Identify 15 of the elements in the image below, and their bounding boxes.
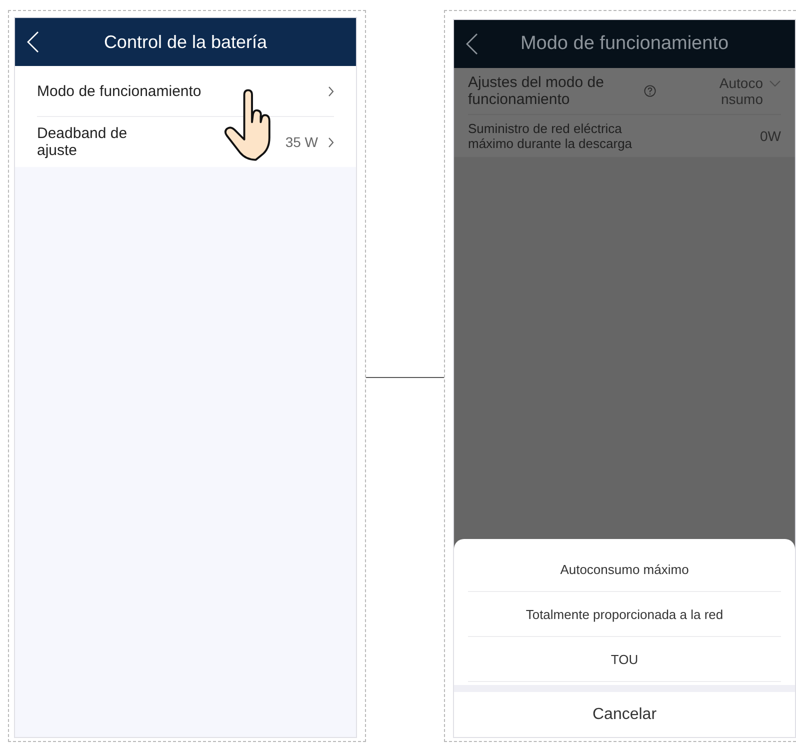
row-value: Autoconsumo: [718, 75, 763, 107]
screen-title: Modo de funcionamiento: [519, 33, 730, 55]
row-label: Modo de funcionamiento: [37, 82, 202, 100]
row-label: Suministro de red eléctrica máximo durante la descarga: [468, 121, 634, 151]
settings-row[interactable]: Deadband de ajuste 35 W: [37, 117, 334, 167]
row-value: 35 W: [285, 134, 318, 150]
help-icon[interactable]: [644, 85, 656, 97]
row-label: Ajustes del modo de funcionamiento: [468, 74, 605, 108]
chevron-right-icon: [328, 136, 334, 148]
caret-down-icon: [769, 80, 781, 87]
row-value: 0W: [760, 128, 781, 144]
screen-title: Control de la batería: [102, 32, 268, 52]
row-label: Deadband de ajuste: [37, 125, 128, 159]
back-icon[interactable]: [466, 33, 478, 55]
chevron-right-icon: [328, 86, 334, 96]
